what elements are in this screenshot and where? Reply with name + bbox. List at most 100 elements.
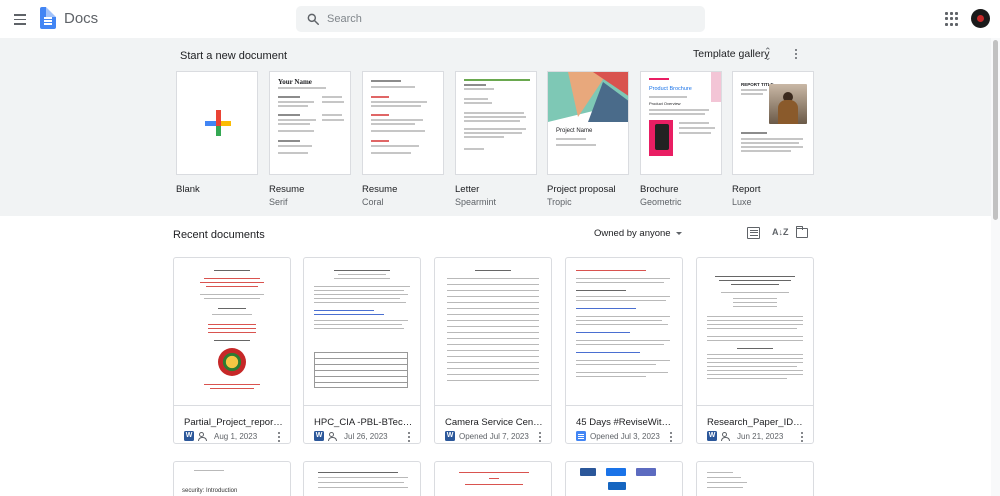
- list-view-icon[interactable]: [747, 227, 760, 239]
- owner-filter-dropdown[interactable]: Owned by anyone: [594, 228, 682, 239]
- account-avatar[interactable]: [971, 9, 990, 28]
- document-meta: Opened Jul 3, 2023: [576, 430, 660, 442]
- template-thumbnail[interactable]: Project Name: [547, 71, 629, 175]
- search-input[interactable]: [327, 10, 687, 28]
- template-thumbnail[interactable]: [455, 71, 537, 175]
- recent-documents-heading: Recent documents: [173, 229, 265, 241]
- document-preview: [697, 258, 813, 406]
- shared-icon: [198, 431, 210, 441]
- word-file-icon: W: [445, 431, 455, 441]
- document-title: 45 Days #ReviseWithArs...: [576, 417, 676, 428]
- recent-document-card[interactable]: [565, 461, 683, 496]
- word-file-icon: W: [314, 431, 324, 441]
- template-style: Geometric: [640, 197, 682, 207]
- template-style: Luxe: [732, 197, 752, 207]
- recent-document-card[interactable]: HPC_CIA -PBL-BTech-A_... W Jul 26, 2023: [303, 257, 421, 444]
- more-actions-icon[interactable]: [405, 430, 413, 442]
- more-actions-icon[interactable]: [798, 430, 806, 442]
- recent-document-card[interactable]: [303, 461, 421, 496]
- template-brochure-geometric[interactable]: Product Brochure Product Overview Brochu…: [640, 71, 722, 207]
- template-name: Resume: [362, 184, 398, 195]
- recent-document-card[interactable]: Partial_Project_report_S... W Aug 1, 202…: [173, 257, 291, 444]
- document-preview: [566, 258, 682, 406]
- app-title[interactable]: Docs: [64, 10, 98, 27]
- docs-logo-icon[interactable]: [40, 7, 56, 29]
- recent-document-card[interactable]: [696, 461, 814, 496]
- document-date: Opened Jul 3, 2023: [590, 431, 660, 441]
- template-style: Tropic: [547, 197, 572, 207]
- document-date: Jun 21, 2023: [737, 431, 784, 441]
- more-actions-icon[interactable]: [536, 430, 544, 442]
- unfold-more-icon[interactable]: ⌃ ⌄: [764, 47, 772, 62]
- document-preview-caption: security: Introduction: [182, 488, 238, 494]
- document-meta: W Aug 1, 2023: [184, 430, 257, 442]
- template-style: Spearmint: [455, 197, 497, 207]
- report-photo: [769, 84, 807, 124]
- open-file-picker-icon[interactable]: [795, 225, 808, 238]
- document-meta: W Jul 26, 2023: [314, 430, 388, 442]
- document-date: Jul 26, 2023: [344, 431, 388, 441]
- recent-document-card[interactable]: Research_Paper_ID_218.d... W Jun 21, 202…: [696, 257, 814, 444]
- template-section: Start a new document Template gallery ⌃ ⌄…: [0, 38, 1000, 216]
- template-style: Serif: [269, 197, 288, 207]
- recent-document-card[interactable]: security: Introduction: [173, 461, 291, 496]
- university-seal: [218, 348, 246, 376]
- document-preview: [174, 258, 290, 406]
- google-docs-file-icon: [576, 431, 586, 441]
- word-file-icon: W: [707, 431, 717, 441]
- template-report-luxe[interactable]: REPORT TITLE Report Luxe: [732, 71, 814, 207]
- template-blank[interactable]: Blank: [176, 71, 258, 195]
- template-more-options-icon[interactable]: [793, 47, 799, 61]
- google-apps-icon[interactable]: [945, 12, 959, 26]
- template-thumbnail[interactable]: [176, 71, 258, 175]
- thumbnail-heading: Your Name: [278, 78, 312, 86]
- template-thumbnail[interactable]: [362, 71, 444, 175]
- document-title: Research_Paper_ID_218.d...: [707, 417, 807, 428]
- more-actions-icon[interactable]: [667, 430, 675, 442]
- template-resume-serif[interactable]: Your Name Resume Serif: [269, 71, 351, 207]
- word-file-icon: W: [184, 431, 194, 441]
- document-title: Camera Service Center A...: [445, 417, 545, 428]
- thumbnail-heading: Product Brochure: [649, 86, 692, 92]
- scrollbar-thumb[interactable]: [993, 40, 998, 220]
- main-menu-icon[interactable]: [10, 9, 30, 29]
- template-style: Coral: [362, 197, 384, 207]
- dropdown-caret-icon: [675, 231, 682, 235]
- template-thumbnail[interactable]: Product Brochure Product Overview: [640, 71, 722, 175]
- template-project-proposal-tropic[interactable]: Project Name Project proposal Tropic: [547, 71, 629, 207]
- template-gallery-button[interactable]: Template gallery: [693, 48, 769, 60]
- template-name: Blank: [176, 184, 200, 195]
- recent-document-card[interactable]: Camera Service Center A... W Opened Jul …: [434, 257, 552, 444]
- recent-document-card[interactable]: 45 Days #ReviseWithArs... Opened Jul 3, …: [565, 257, 683, 444]
- template-thumbnail[interactable]: Your Name: [269, 71, 351, 175]
- document-date: Opened Jul 7, 2023: [459, 431, 529, 441]
- document-preview: [304, 258, 420, 406]
- document-title: HPC_CIA -PBL-BTech-A_...: [314, 417, 414, 428]
- search-bar[interactable]: [296, 6, 705, 32]
- document-meta: W Jun 21, 2023: [707, 430, 783, 442]
- template-resume-coral[interactable]: Resume Coral: [362, 71, 444, 207]
- template-name: Project proposal: [547, 184, 616, 195]
- template-name: Resume: [269, 184, 305, 195]
- template-name: Brochure: [640, 184, 679, 195]
- template-name: Report: [732, 184, 761, 195]
- recent-document-card[interactable]: [434, 461, 552, 496]
- document-title: Partial_Project_report_S...: [184, 417, 284, 428]
- shared-icon: [721, 431, 733, 441]
- document-preview: [435, 258, 551, 406]
- top-bar: Docs: [0, 0, 1000, 38]
- sort-az-icon[interactable]: A↓Z: [772, 227, 789, 239]
- template-letter-spearmint[interactable]: Letter Spearmint: [455, 71, 537, 207]
- document-meta: W Opened Jul 7, 2023: [445, 430, 529, 442]
- document-date: Aug 1, 2023: [214, 431, 258, 441]
- template-name: Letter: [455, 184, 480, 195]
- tropic-graphic: [548, 72, 628, 122]
- shared-icon: [328, 431, 340, 441]
- search-icon[interactable]: [306, 12, 320, 26]
- thumbnail-subheading: Product Overview: [649, 101, 681, 106]
- template-section-heading: Start a new document: [180, 50, 288, 62]
- more-actions-icon[interactable]: [275, 430, 283, 442]
- thumbnail-heading: Project Name: [556, 128, 593, 134]
- template-thumbnail[interactable]: REPORT TITLE: [732, 71, 814, 175]
- owner-filter-label: Owned by anyone: [594, 228, 671, 239]
